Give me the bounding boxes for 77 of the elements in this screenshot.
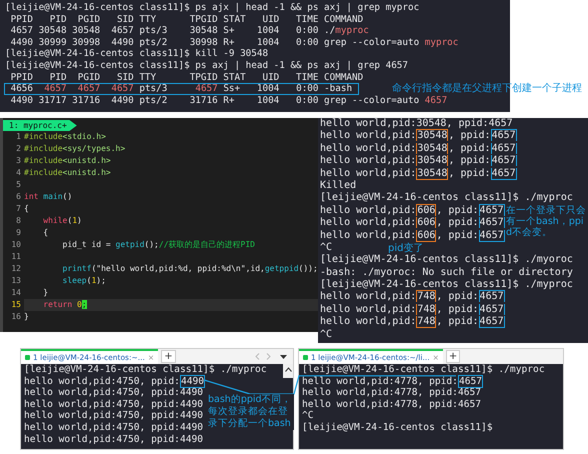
code-line: #include<unistd.h>	[24, 155, 112, 167]
code-line: while(1)	[42, 215, 83, 227]
terminal-line: hello world,pid:4750, ppid:4490	[24, 387, 204, 399]
terminal-line: hello world,pid:30548, ppid:4657	[320, 130, 517, 143]
terminal-line: hello world,pid:30548, ppid:4657	[320, 155, 517, 168]
line-number: 5	[15, 179, 22, 191]
line-number: 6	[15, 191, 22, 203]
terminal-line: hello world,pid:748, ppid:4657	[320, 291, 505, 304]
terminal-line: hello world,pid:4778, ppid:4657	[302, 387, 482, 399]
code-line: sleep(1);	[62, 275, 107, 287]
terminal-line: -bash: ./myoroc: No such file or directory	[320, 266, 573, 279]
terminal-line: hello world,pid:4778, ppid:4657	[302, 376, 484, 388]
terminal-line: hello world,pid:606, ppid:4657	[320, 204, 505, 217]
terminal-line: [leijie@VM-24-16-centos class11]$	[302, 422, 493, 434]
terminal-line: 4657 30548 30548 4657 pts/3 30548 S+ 1004 0:00 ./myproc	[10, 25, 370, 37]
line-number: 3	[15, 155, 22, 167]
terminal-line: hello world,pid:4778, ppid:4657	[302, 398, 482, 410]
code-line: #include<stdio.h>	[24, 131, 107, 143]
code-line: int main()	[24, 191, 74, 203]
terminal-line: hello world,pid:4750, ppid:4490	[24, 410, 204, 422]
terminal-line: [leijie@VM-24-16-centos class11]$ ./myproc	[24, 364, 267, 376]
code-line: #include<unistd.h>	[24, 167, 112, 179]
terminal-line: PPID PID PGID SID TTY TPGID STAT UID TIME COMMAND	[10, 14, 364, 26]
code-line: }	[24, 311, 30, 323]
terminal-line: hello world,pid:748, ppid:4657	[320, 304, 505, 316]
terminal-line: hello world,pid:30548, ppid:4657	[320, 118, 513, 130]
terminal-line: [leijie@VM-24-16-centos class11]$ ./myproc	[302, 364, 545, 376]
line-number: 7	[15, 203, 22, 215]
line-number: 10	[10, 239, 22, 251]
dropdown-icon[interactable]	[280, 354, 287, 358]
terminal-line: hello world,pid:606, ppid:4657	[320, 217, 505, 230]
terminal-line: [leijie@VM-24-16-centos class11]$ kill -9 30548	[4, 48, 270, 60]
code-line: printf("hello world,pid:%d, ppid:%d\n",id,getppid());	[62, 263, 318, 275]
code-line: {	[42, 227, 50, 239]
line-number: 15	[10, 299, 22, 311]
terminal-line: Killed	[320, 180, 356, 192]
line-number: 8	[15, 215, 22, 227]
line-number: 12	[10, 263, 22, 275]
code-line: }	[42, 287, 50, 299]
line-number: 13	[10, 275, 22, 287]
new-tab-button[interactable]: +	[161, 350, 176, 363]
code-line: pid_t id = getpid();//获取的是自己的进程PID	[62, 239, 256, 251]
line-number: 2	[15, 143, 22, 155]
terminal-line: hello world,pid:30548, ppid:4657	[320, 142, 517, 155]
terminal-line: [leijie@VM-24-16-centos class11]$ ps axj | head -1 && ps axj | grep 4657	[4, 60, 409, 72]
line-number: 16	[10, 311, 22, 323]
line-number: 1	[15, 131, 22, 143]
scroll-up-icon[interactable]	[284, 367, 292, 372]
terminal-line: hello world,pid:4750, ppid:4490	[24, 422, 204, 434]
terminal-line: [leijie@VM-24-16-centos class11]$ ps ajx | head -1 && ps axj | grep myproc	[4, 2, 420, 14]
line-number: 11	[10, 251, 22, 263]
terminal-line: ^C	[320, 242, 332, 254]
new-tab-button[interactable]: +	[446, 350, 460, 363]
terminal-line: PPID PID PGID SID TTY TPGID STAT UID TIME COMMAND	[10, 72, 364, 84]
annotation-text: 在一个登录下只会有一个bash，ppid不会变。	[506, 205, 586, 238]
line-number: 4	[15, 167, 22, 179]
annotation-text: pid变了	[388, 243, 424, 254]
terminal-line: [leijie@VM-24-16-centos class11]$ ./myproc	[320, 192, 573, 205]
terminal-line: [leijie@VM-24-16-centos class11]$ ./myproc	[320, 279, 573, 291]
line-number: 14	[10, 287, 22, 299]
code-line: {	[24, 203, 30, 215]
scrollbar[interactable]	[283, 364, 293, 378]
terminal-line: hello world,pid:30548, ppid:4657	[320, 168, 517, 180]
terminal-line: [leijie@VM-24-16-centos class11]$ ./myoroc	[320, 254, 573, 267]
terminal-line: hello world,pid:748, ppid:4657	[320, 316, 505, 329]
terminal-line: 4490 30999 30998 4490 pts/2 30998 R+ 1004 0:00 grep --color=auto myproc	[10, 36, 460, 48]
code-line: #include<sys/types.h>	[24, 143, 126, 155]
line-number: 9	[15, 227, 22, 239]
terminal-line: hello world,pid:4750, ppid:4490	[24, 398, 204, 410]
terminal-line: ^C	[302, 410, 314, 422]
terminal-line: hello world,pid:4750, ppid:4490	[24, 376, 206, 388]
terminal-line: hello world,pid:4750, ppid:4490	[24, 434, 204, 446]
annotation-text: bash的ppid不同，每次登录都会在登录下分配一个bash	[208, 394, 294, 430]
terminal-line: hello world,pid:606, ppid:4657	[320, 230, 505, 242]
terminal-line: ^C	[320, 328, 332, 342]
terminal-line: 4490 31717 31716 4490 pts/2 31716 R+ 1004 0:00 grep --color=auto 4657	[10, 94, 448, 106]
editor-tab[interactable]: 1: myproc.c+	[3, 120, 77, 131]
